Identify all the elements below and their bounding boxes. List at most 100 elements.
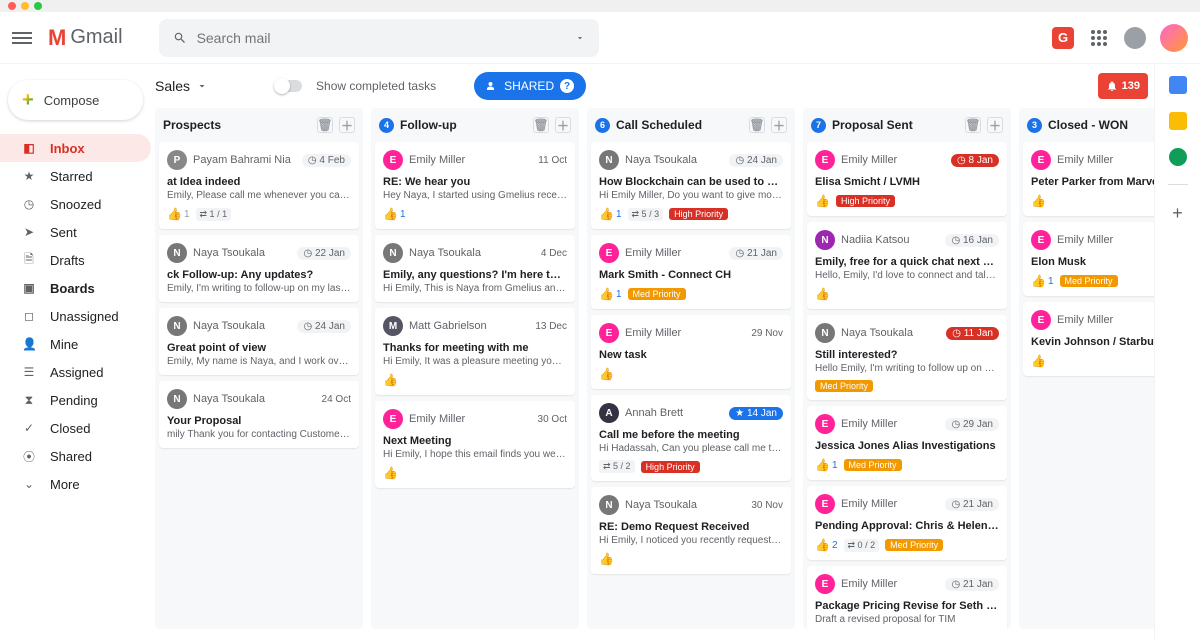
- sender-avatar: N: [167, 389, 187, 409]
- card[interactable]: MMatt Gabrielson13 DecThanks for meeting…: [375, 308, 575, 395]
- thumbs-up-icon[interactable]: 👍1: [599, 207, 622, 221]
- card[interactable]: EEmily Miller1Elon Musk👍1Med Priority: [1023, 222, 1154, 296]
- shared-button[interactable]: SHARED ?: [474, 72, 586, 100]
- pending-icon: ⧗: [22, 393, 36, 408]
- account-circle-icon[interactable]: [1124, 27, 1146, 49]
- nav-drafts[interactable]: 🗎Drafts: [0, 246, 151, 274]
- delete-column-icon[interactable]: 🗑: [533, 117, 549, 133]
- card-date: 30 Nov: [751, 500, 783, 511]
- board-selector[interactable]: Sales: [155, 78, 208, 94]
- card[interactable]: AAnnah Brett★ 14 JanCall me before the m…: [591, 395, 791, 481]
- card[interactable]: EEmily Miller30 OctNext MeetingHi Emily,…: [375, 401, 575, 488]
- card[interactable]: NNadiia Katsou◷ 16 JanEmily, free for a …: [807, 222, 1007, 309]
- thumbs-up-icon[interactable]: 👍: [1031, 354, 1046, 368]
- thumbs-up-icon[interactable]: 👍: [1031, 194, 1046, 208]
- thumbs-up-icon[interactable]: 👍1: [815, 458, 838, 472]
- nav-label: Snoozed: [50, 197, 101, 212]
- calendar-icon[interactable]: [1169, 76, 1187, 94]
- show-completed-toggle[interactable]: [276, 80, 302, 92]
- card-footer: 👍: [815, 287, 999, 301]
- tasks-icon[interactable]: [1169, 148, 1187, 166]
- thumbs-up-icon[interactable]: 👍: [383, 466, 398, 480]
- sender-name: Naya Tsoukala: [625, 499, 745, 511]
- search-bar[interactable]: [159, 19, 599, 57]
- thumbs-up-icon[interactable]: 👍2: [815, 538, 838, 552]
- nav-boards[interactable]: ▣Boards: [0, 274, 151, 302]
- thumbs-up-icon[interactable]: 👍1: [599, 287, 622, 301]
- card-snippet: Hi Emily, It was a pleasure meeting you.…: [383, 356, 567, 367]
- card[interactable]: NNaya Tsoukala4 DecEmily, any questions?…: [375, 235, 575, 302]
- card[interactable]: NNaya Tsoukala◷ 24 JanHow Blockchain can…: [591, 142, 791, 229]
- add-card-icon[interactable]: ＋: [555, 117, 571, 133]
- nav-snoozed[interactable]: ◷Snoozed: [0, 190, 151, 218]
- card[interactable]: NNaya Tsoukala◷ 24 JanGreat point of vie…: [159, 308, 359, 375]
- compose-label: Compose: [44, 93, 100, 108]
- card[interactable]: EEmily Miller11 OctRE: We hear youHey Na…: [375, 142, 575, 229]
- nav-label: Assigned: [50, 365, 103, 380]
- card[interactable]: EEmily Miller◷ 29 JanJessica Jones Alias…: [807, 406, 1007, 480]
- nav-label: More: [50, 477, 80, 492]
- thumbs-up-icon[interactable]: 👍: [383, 373, 398, 387]
- thumbs-up-icon[interactable]: 👍1: [167, 207, 190, 221]
- card[interactable]: EEmily Miller◷ 21 JanPending Approval: C…: [807, 486, 1007, 560]
- nav-sent[interactable]: ➤Sent: [0, 218, 151, 246]
- side-rail: +: [1154, 64, 1200, 639]
- card[interactable]: EEmily Miller◷ 21 JanMark Smith - Connec…: [591, 235, 791, 309]
- m-logo-icon: M: [48, 25, 66, 51]
- card[interactable]: EEmily MillerPeter Parker from Marvel👍: [1023, 142, 1154, 216]
- add-card-icon[interactable]: ＋: [339, 117, 355, 133]
- card[interactable]: NNaya Tsoukala24 OctYour Proposalmily Th…: [159, 381, 359, 448]
- delete-column-icon[interactable]: 🗑: [749, 117, 765, 133]
- nav-mine[interactable]: 👤Mine: [0, 330, 151, 358]
- card-snippet: Emily, My name is Naya, and I work over …: [167, 356, 351, 367]
- nav-closed[interactable]: ✓Closed: [0, 414, 151, 442]
- compose-button[interactable]: + Compose: [8, 80, 143, 120]
- max-dot[interactable]: [34, 2, 42, 10]
- close-dot[interactable]: [8, 2, 16, 10]
- search-dropdown-icon[interactable]: [575, 31, 585, 45]
- card[interactable]: EEmily MillerKevin Johnson / Starbucks H…: [1023, 302, 1154, 376]
- hamburger-icon[interactable]: [12, 29, 32, 47]
- keep-icon[interactable]: [1169, 112, 1187, 130]
- sender-name: Emily Miller: [409, 154, 532, 166]
- sender-name: Emily Miller: [1057, 234, 1154, 246]
- add-card-icon[interactable]: ＋: [771, 117, 787, 133]
- user-avatar[interactable]: [1160, 24, 1188, 52]
- sender-avatar: N: [599, 495, 619, 515]
- min-dot[interactable]: [21, 2, 29, 10]
- nav-pending[interactable]: ⧗Pending: [0, 386, 151, 414]
- add-addon-icon[interactable]: +: [1172, 203, 1183, 224]
- column-header: 7Proposal Sent🗑＋: [803, 108, 1011, 142]
- app-logo[interactable]: M Gmail: [48, 25, 123, 51]
- card[interactable]: PPayam Bahrami Nia◷ 4 Febat Idea indeedE…: [159, 142, 359, 229]
- apps-grid-icon[interactable]: [1088, 27, 1110, 49]
- card[interactable]: NNaya Tsoukala30 NovRE: Demo Request Rec…: [591, 487, 791, 574]
- card[interactable]: NNaya Tsoukala◷ 22 Janck Follow-up: Any …: [159, 235, 359, 302]
- nav-shared[interactable]: ⦿Shared: [0, 442, 151, 470]
- search-input[interactable]: [197, 30, 565, 46]
- thumbs-up-icon[interactable]: 👍1: [383, 207, 406, 221]
- column-closed-won: 3Closed - WON🗑＋EEmily MillerPeter Parker…: [1019, 108, 1154, 629]
- delete-column-icon[interactable]: 🗑: [317, 117, 333, 133]
- boards-icon: ▣: [22, 281, 36, 295]
- thumbs-up-icon[interactable]: 👍: [815, 287, 830, 301]
- nav-starred[interactable]: ★Starred: [0, 162, 151, 190]
- notification-badge[interactable]: 139: [1098, 73, 1148, 99]
- thumbs-up-icon[interactable]: 👍: [815, 194, 830, 208]
- card[interactable]: NNaya Tsoukala◷ 11 JanStill interested?H…: [807, 315, 1007, 400]
- thumbs-up-icon[interactable]: 👍: [599, 552, 614, 566]
- date-badge: ◷ 8 Jan: [951, 154, 999, 167]
- nav-more[interactable]: ⌄More: [0, 470, 151, 498]
- nav-unassigned[interactable]: ◻Unassigned: [0, 302, 151, 330]
- thumbs-up-icon[interactable]: 👍1: [1031, 274, 1054, 288]
- card[interactable]: EEmily Miller◷ 8 JanElisa Smicht / LVMH👍…: [807, 142, 1007, 216]
- card[interactable]: EEmily Miller29 NovNew task👍: [591, 315, 791, 389]
- add-card-icon[interactable]: ＋: [987, 117, 1003, 133]
- gmelius-icon[interactable]: G: [1052, 27, 1074, 49]
- card-title: Great point of view: [167, 342, 351, 354]
- delete-column-icon[interactable]: 🗑: [965, 117, 981, 133]
- nav-assigned[interactable]: ☰Assigned: [0, 358, 151, 386]
- nav-inbox[interactable]: ◧Inbox: [0, 134, 151, 162]
- thumbs-up-icon[interactable]: 👍: [599, 367, 614, 381]
- card[interactable]: EEmily Miller◷ 21 JanPackage Pricing Rev…: [807, 566, 1007, 629]
